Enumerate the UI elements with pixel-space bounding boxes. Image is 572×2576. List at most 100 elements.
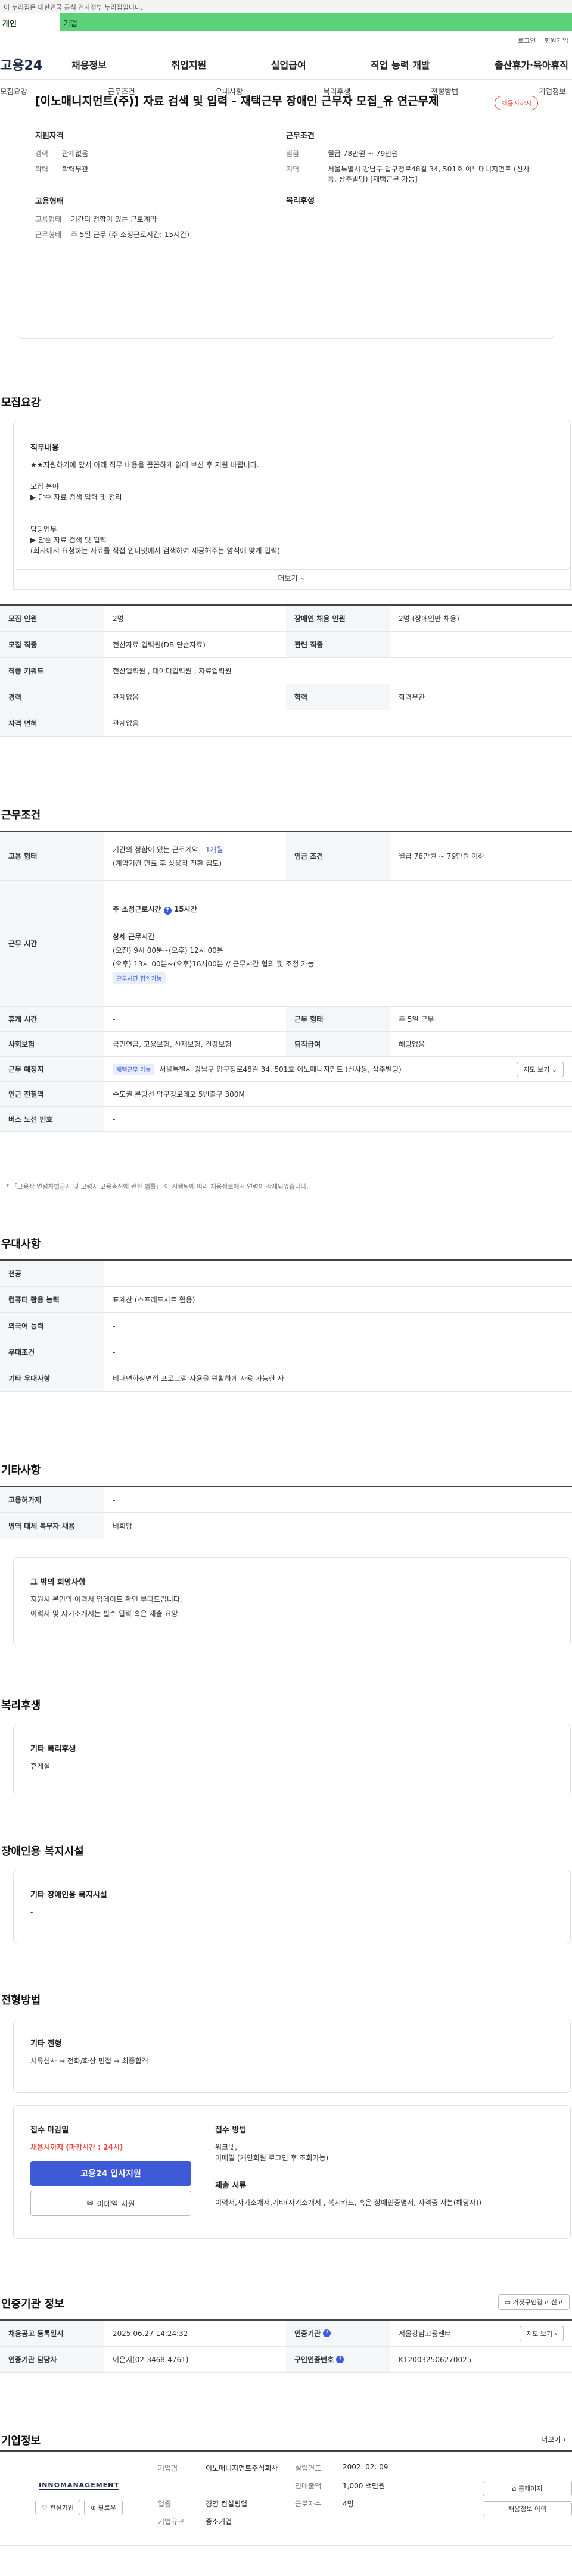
company-logo: INNOMANAGEMENT — [39, 2481, 119, 2490]
site-logo[interactable]: 고용24 — [0, 55, 72, 74]
row-value: - — [113, 1269, 116, 1278]
user-type-tabs: 개인 기업 — [0, 13, 572, 31]
name-label: 기업명 — [158, 2463, 178, 2472]
row-value: 2명 — [113, 615, 124, 623]
worktype-row: 근무형태 주 5일 근무 (주 소정근로시간: 15시간) — [35, 230, 286, 240]
agency-map-button[interactable]: 지도 보기 › — [520, 2325, 564, 2341]
emptype-period: 1개월 — [205, 845, 223, 854]
agency-map-label: 지도 보기 — [526, 2329, 553, 2338]
age-note: * 「고용상 연령차별금지 및 고령자 고용촉진에 관한 법률」 이 시행됨에 … — [6, 1183, 309, 1190]
job-desc-card: 직무내용 ★★지원하기에 앞서 아래 직무 내용을 꼼꼼하게 읽어 보신 후 지… — [13, 420, 571, 570]
deadline-title: 접수 마감일 — [30, 2126, 69, 2135]
follow-button[interactable]: ⊕ 팔로우 — [83, 2500, 123, 2515]
process-card-title: 기타 전형 — [30, 2039, 62, 2048]
email-apply-label: 이메일 지원 — [97, 2200, 135, 2209]
method-line: 이메일 (개인회원 로그인 후 조회가능) — [215, 2154, 329, 2162]
history-button[interactable]: 채용정보 이력 — [483, 2500, 572, 2516]
row-label: 임금 조건 — [286, 832, 390, 880]
fav-company-button[interactable]: ♡ 관심기업 — [35, 2500, 80, 2515]
table-row: 경력 관계없음 학력 학력무관 — [0, 684, 572, 710]
more-button[interactable]: 더보기 ⌄ — [13, 566, 571, 590]
map-button[interactable]: 지도 보기 ⌄ — [517, 1061, 564, 1077]
table-row: 인증기관 담당자 이은지(02-3468-4761) 구인인증번호 ? K1200… — [0, 2347, 572, 2373]
info-icon[interactable]: ? — [323, 2329, 331, 2337]
row-label: 관련 직종 — [286, 632, 390, 657]
emptype-value: 기간의 정함이 있는 근로계약 — [71, 215, 157, 223]
job-desc-line: ▶ 단순 자료 검색 입력 및 정리 — [30, 493, 122, 501]
table-row: 모집 직종 전산자료 입력원(DB 단순자료) 관련 직종 - — [0, 632, 572, 658]
summary-left: 지원자격 경력 관계없음 학력 학력무관 고용형태 고용형태 기간의 정함이 있는 근… — [35, 129, 286, 245]
career-label: 경력 — [35, 149, 49, 158]
global-nav: 고용24 채용정보 취업지원 실업급여 직업 능력 개발 출산휴가·육아휴직 — [0, 49, 572, 80]
heart-icon: ♡ — [42, 2504, 48, 2512]
worktype-label: 근무형태 — [35, 230, 62, 239]
signup-link[interactable]: 회원가입 — [545, 36, 568, 49]
row-value: K120032506270025 — [399, 2355, 472, 2364]
row-label: 전공 — [0, 1261, 104, 1286]
process-card-value: 서류심사 → 전화/화상 면접 → 최종합격 — [30, 2057, 148, 2065]
emptype-note: (계약기간 만료 후 상용직 전환 검토) — [113, 859, 222, 868]
region-label: 지역 — [286, 165, 300, 173]
more-label: 더보기 — [278, 573, 298, 582]
process-card: 기타 전형 서류심사 → 전화/화상 면접 → 최종합격 — [13, 2019, 571, 2093]
gov-notice: 이 누리집은 대한민국 공식 전자정부 누리집입니다. — [0, 0, 572, 13]
home-icon: ⌂ — [512, 2484, 517, 2493]
info-icon[interactable]: ? — [163, 906, 172, 915]
tab-personal[interactable]: 개인 — [0, 13, 60, 31]
career-row: 경력 관계없음 — [35, 149, 286, 159]
email-apply-button[interactable]: ✉ 이메일 지원 — [30, 2191, 191, 2216]
row-value: 학력무관 — [399, 693, 425, 701]
row-value: 서울강남고용센터 지도 보기 › — [390, 2321, 572, 2346]
gnb-item-training[interactable]: 직업 능력 개발 — [371, 57, 430, 71]
section-title-preference: 우대사항 — [1, 1238, 41, 1250]
table-row: 사회보험 국민연금, 고용보험, 산재보험, 건강보험 퇴직급여 해당없음 — [0, 1032, 572, 1057]
row-label: 인증기관 ? — [286, 2321, 390, 2346]
table-row: 기타 우대사항 비대면화상면접 프로그램 사용을 원활하게 사용 가능한 자 — [0, 1365, 572, 1392]
hours-label: 주 소정근로시간 — [113, 905, 161, 913]
section-title-etc: 기타사항 — [1, 1464, 41, 1477]
company-more-link[interactable]: 더보기 › — [541, 2434, 566, 2444]
apply-card: 접수 마감일 채용시까지 (마감시간 : 24시) 고용24 입사지원 ✉ 이메일… — [13, 2105, 571, 2239]
region-value: 서울특별시 강남구 압구정로48길 34, 501호 이노매니지먼트 (신사동,… — [328, 165, 530, 183]
hours-weekly: 주 소정근로시간 ? 15시간 — [113, 904, 197, 915]
row-label: 모집 직종 — [0, 632, 104, 657]
size-label: 기업규모 — [158, 2517, 185, 2526]
row-label: 고용 형태 — [0, 832, 104, 880]
company-details: 기업명 이노매니지먼트주식회사 설립연도 2002. 02. 09 연매출액 1,00… — [158, 2452, 483, 2545]
qual-title: 지원자격 — [35, 132, 64, 141]
row-value: - — [113, 1015, 116, 1024]
method-line: 워크넷, — [215, 2143, 237, 2151]
wage-row: 임금 월급 78만원 ~ 79만원 — [286, 149, 537, 159]
row-value: 관계없음 — [113, 719, 139, 728]
tab-company[interactable]: 기업 — [60, 13, 77, 31]
login-link[interactable]: 로그인 — [518, 36, 536, 49]
job-desc-line: (회사에서 요청하는 자료를 직접 인터넷에서 검색하여 제공해주는 양식에 맞… — [30, 547, 281, 555]
row-label: 휴게 시간 — [0, 1007, 104, 1031]
gnb-item-leave[interactable]: 출산휴가·육아휴직 — [495, 57, 568, 71]
gnb-item-unemployment[interactable]: 실업급여 — [271, 57, 306, 71]
row-label: 사회보험 — [0, 1032, 104, 1056]
table-row: 우대조건 - — [0, 1339, 572, 1365]
page: 이 누리집은 대한민국 공식 전자정부 누리집입니다. 개인 기업 로그인 회원… — [0, 0, 572, 2576]
etc-hope-title: 그 밖의 희망사항 — [30, 1578, 86, 1587]
hours-value: 주 소정근로시간 ? 15시간 상세 근무시간 (오전) 9시 00분~(오후)… — [104, 881, 572, 1006]
gnb-item-support[interactable]: 취업지원 — [171, 57, 206, 71]
row-value: 전산자료 입력원(DB 단순자료) — [113, 641, 206, 649]
report-button[interactable]: ▭ 거짓구인광고 신고 — [498, 2294, 570, 2310]
plus-icon: ⊕ — [90, 2504, 97, 2512]
emptype-text: 기간의 정함이 있는 근로계약 - — [113, 845, 204, 854]
section-title-agency: 인증기관 정보 — [1, 2298, 64, 2310]
row-label: 인증기관 담당자 — [0, 2347, 104, 2372]
apply-button[interactable]: 고용24 입사지원 — [30, 2161, 191, 2186]
emptype-line: 기간의 정함이 있는 근로계약 - 1개월 — [113, 844, 223, 854]
homepage-button[interactable]: ⌂ 홈페이지 — [483, 2480, 572, 2496]
section-title-company: 기업정보 — [1, 2435, 41, 2447]
row-value: 비희망 — [113, 1522, 133, 1530]
hours-number: 15시간 — [173, 905, 197, 913]
info-icon[interactable]: ? — [336, 2356, 344, 2363]
row-label: 구인인증번호 ? — [286, 2347, 390, 2372]
section-title-welfare: 복리후생 — [1, 1699, 41, 1712]
industry-value: 경영 컨설팅업 — [206, 2499, 248, 2508]
gnb-item-jobs[interactable]: 채용정보 — [72, 57, 107, 71]
welfare-card-value: 휴게실 — [30, 1762, 51, 1770]
